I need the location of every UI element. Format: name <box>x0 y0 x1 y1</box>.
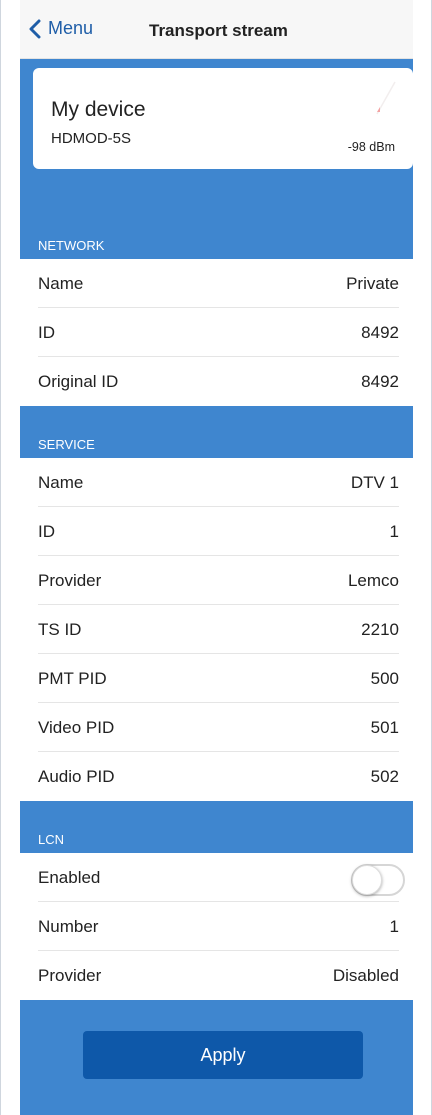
row-label: Name <box>38 274 84 293</box>
row-label: Provider <box>38 571 102 590</box>
signal-level: -98 dBm <box>347 140 395 154</box>
lcn-section-header: LCN <box>20 801 413 853</box>
row-value: 1 <box>389 917 399 936</box>
service-pmt-pid-row[interactable]: PMT PID 500 <box>20 654 413 703</box>
app-frame: Menu Transport stream My device HDMOD-5S… <box>0 0 432 1115</box>
lcn-enabled-toggle[interactable] <box>351 864 405 896</box>
navigation-bar: Menu Transport stream <box>20 0 413 59</box>
device-model: HDMOD-5S <box>51 130 132 147</box>
row-value: 500 <box>370 669 399 688</box>
row-value: 2210 <box>361 620 399 639</box>
device-name: My device <box>51 98 146 121</box>
row-value: Lemco <box>347 571 399 590</box>
service-section-title: SERVICE <box>38 437 95 452</box>
transport-stream-screen: Menu Transport stream My device HDMOD-5S… <box>20 0 413 1115</box>
network-section-title: NETWORK <box>38 238 105 253</box>
network-original-id-row[interactable]: Original ID 8492 <box>20 357 413 406</box>
back-label: Menu <box>48 18 94 38</box>
network-section-header: NETWORK <box>20 207 413 259</box>
network-name-row[interactable]: Name Private <box>20 259 413 308</box>
row-value: Private <box>346 274 399 293</box>
row-label: PMT PID <box>38 669 107 688</box>
back-button[interactable]: Menu <box>28 18 93 39</box>
row-label: Enabled <box>38 868 101 887</box>
service-provider-row[interactable]: Provider Lemco <box>20 556 413 605</box>
row-label: Audio PID <box>38 767 115 786</box>
chevron-left-icon <box>29 19 41 38</box>
service-name-row[interactable]: Name DTV 1 <box>20 458 413 507</box>
row-label: TS ID <box>38 620 82 639</box>
row-value: 502 <box>370 767 399 786</box>
row-label: ID <box>38 522 55 541</box>
toggle-knob <box>352 865 382 895</box>
row-label: Original ID <box>38 372 119 391</box>
service-id-row[interactable]: ID 1 <box>20 507 413 556</box>
row-value: 1 <box>389 522 399 541</box>
row-label: ID <box>38 323 55 342</box>
row-value: 8492 <box>361 323 399 342</box>
apply-button[interactable]: Apply <box>83 1031 363 1079</box>
row-value: Disabled <box>332 966 399 985</box>
row-label: Provider <box>38 966 102 985</box>
service-audio-pid-row[interactable]: Audio PID 502 <box>20 752 413 801</box>
device-section: My device HDMOD-5S -98 dBm <box>20 59 413 209</box>
lcn-number-row[interactable]: Number 1 <box>20 902 413 951</box>
lcn-enabled-row: Enabled <box>20 853 413 902</box>
footer: Apply <box>20 1000 413 1115</box>
row-value: 8492 <box>361 372 399 391</box>
service-section-header: SERVICE <box>20 406 413 458</box>
page-title: Transport stream <box>149 21 288 40</box>
row-label: Name <box>38 473 84 492</box>
lcn-section-title: LCN <box>38 832 65 847</box>
frame-border-left <box>0 0 1 1115</box>
row-label: Number <box>38 917 99 936</box>
device-card[interactable]: My device HDMOD-5S -98 dBm <box>33 68 413 169</box>
lcn-provider-row[interactable]: Provider Disabled <box>20 951 413 1000</box>
row-value: 501 <box>370 718 399 737</box>
signal-strength-icon <box>376 81 396 115</box>
row-value: DTV 1 <box>350 473 399 492</box>
service-video-pid-row[interactable]: Video PID 501 <box>20 703 413 752</box>
service-ts-id-row[interactable]: TS ID 2210 <box>20 605 413 654</box>
network-id-row[interactable]: ID 8492 <box>20 308 413 357</box>
row-label: Video PID <box>38 718 115 737</box>
